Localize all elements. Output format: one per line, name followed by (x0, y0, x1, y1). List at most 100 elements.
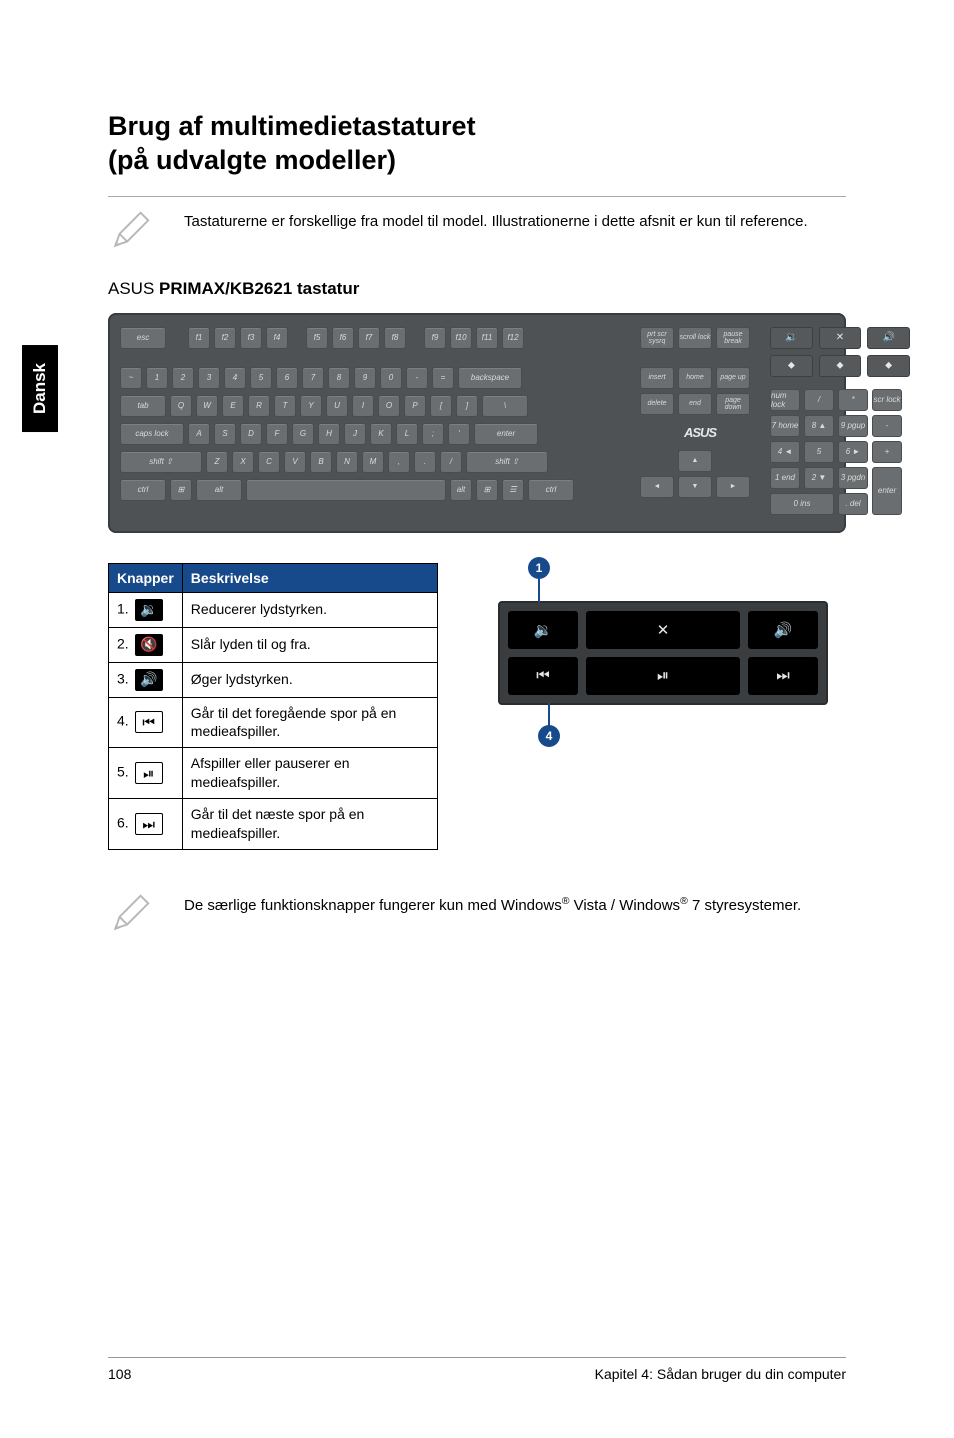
pencil-icon (108, 207, 154, 253)
np-minus: - (872, 415, 902, 437)
key-e: E (222, 395, 244, 417)
key-h: H (318, 423, 340, 445)
key-q: Q (170, 395, 192, 417)
np-8: 8 ▲ (804, 415, 834, 437)
keyboard-illustration: esc f1 f2 f3 f4 f5 f6 f7 f8 f9 f10 f11 f… (108, 313, 846, 533)
title-line1: Brug af multimedietastaturet (108, 111, 476, 141)
key-prtscr: prt scr sysrq (640, 327, 674, 349)
row-desc: Reducerer lydstyrken. (182, 592, 437, 627)
panel-prev-icon: ⏮ (508, 657, 578, 695)
table-row: 2.🔇 Slår lyden til og fra. (109, 627, 438, 662)
table-row: 1. 🔉 Reducerer lydstyrken. (109, 592, 438, 627)
key-semi: ; (422, 423, 444, 445)
key-p: P (404, 395, 426, 417)
row-desc: Går til det foregående spor på en mediea… (182, 697, 437, 748)
key-f8: f8 (384, 327, 406, 349)
callout-line (548, 703, 550, 727)
row-num: 1. (117, 600, 129, 616)
key-rctrl: ctrl (528, 479, 574, 501)
key-n: N (336, 451, 358, 473)
keyboard-nav: prt scr sysrq scroll lock pause break in… (640, 327, 760, 515)
page-number: 108 (108, 1366, 131, 1382)
table-row: 5.⏯ Afspiller eller pauserer en medieafs… (109, 748, 438, 799)
key-3: 3 (198, 367, 220, 389)
key-8: 8 (328, 367, 350, 389)
language-tab: Dansk (22, 345, 58, 432)
key-f4: f4 (266, 327, 288, 349)
key-comma: , (388, 451, 410, 473)
key-o: O (378, 395, 400, 417)
key-k: K (370, 423, 392, 445)
np-del: . del (838, 493, 868, 515)
keyboard-main: esc f1 f2 f3 f4 f5 f6 f7 f8 f9 f10 f11 f… (120, 327, 630, 515)
key-space (246, 479, 446, 501)
key-6: 6 (276, 367, 298, 389)
key-ralt: alt (450, 479, 472, 501)
table-row: 3.🔊 Øger lydstyrken. (109, 662, 438, 697)
key-w: W (196, 395, 218, 417)
asus-logo: ASUS (640, 421, 760, 444)
key-end: end (678, 393, 712, 415)
key-dot: . (414, 451, 436, 473)
key-slash: / (440, 451, 462, 473)
note-block: De særlige funktionsknapper fungerer kun… (108, 890, 846, 936)
key-z: Z (206, 451, 228, 473)
key-f12: f12 (502, 327, 524, 349)
key-apos: ' (448, 423, 470, 445)
subheading-brand: ASUS (108, 279, 154, 298)
title-line2: (på udvalgte modeller) (108, 145, 396, 175)
np-6: 6 ► (838, 441, 868, 463)
key-left: ◄ (640, 476, 674, 498)
np-div: / (804, 389, 834, 411)
np-7: 7 home (770, 415, 800, 437)
key-minus: - (406, 367, 428, 389)
key-c: C (258, 451, 280, 473)
key-lalt: alt (196, 479, 242, 501)
key-home: home (678, 367, 712, 389)
key-y: Y (300, 395, 322, 417)
subheading-model: PRIMAX/KB2621 tastatur (159, 279, 359, 298)
np-4: 4 ◄ (770, 441, 800, 463)
led-3-icon: ⬥ (867, 355, 910, 377)
row-desc: Øger lydstyrken. (182, 662, 437, 697)
keyboard-right: 🔉 ✕ 🔊 ⬥ ⬥ ⬥ num lock / * scr lock 7 home… (770, 327, 910, 515)
np-2: 2 ▼ (804, 467, 834, 489)
buttons-table: Knapper Beskrivelse 1.🔉 Reducerer lydsty… (108, 563, 438, 850)
mute-icon: 🔇 (135, 634, 163, 656)
led-2-icon: ⬥ (819, 355, 862, 377)
key-esc: esc (120, 327, 166, 349)
key-scrlk: scroll lock (678, 327, 712, 349)
row-num: 2. (117, 635, 129, 651)
divider (108, 196, 846, 197)
key-win: ⊞ (170, 479, 192, 501)
subheading: ASUS PRIMAX/KB2621 tastatur (108, 279, 846, 299)
key-t: T (274, 395, 296, 417)
prev-icon: ⏮ (135, 711, 163, 733)
np-mul: * (838, 389, 868, 411)
key-s: S (214, 423, 236, 445)
np-9: 9 pgup (838, 415, 868, 437)
key-bs: \ (482, 395, 528, 417)
key-r: R (248, 395, 270, 417)
callout-bubble: 4 (538, 725, 560, 747)
np-0: 0 ins (770, 493, 834, 515)
row-desc: Afspiller eller pauserer en medieafspill… (182, 748, 437, 799)
np-3: 3 pgdn (838, 467, 868, 489)
np-plus: + (872, 441, 902, 463)
key-rb: ] (456, 395, 478, 417)
vol-down-icon: 🔉 (135, 599, 163, 621)
np-1: 1 end (770, 467, 800, 489)
key-g: G (292, 423, 314, 445)
callout-line (538, 579, 540, 603)
panel-voldown-icon: 🔉 (508, 611, 578, 649)
key-right: ► (716, 476, 750, 498)
key-m: M (362, 451, 384, 473)
key-f3: f3 (240, 327, 262, 349)
key-b: B (310, 451, 332, 473)
key-f7: f7 (358, 327, 380, 349)
th-buttons: Knapper (109, 563, 183, 592)
key-lshift: shift ⇧ (120, 451, 202, 473)
key-0: 0 (380, 367, 402, 389)
table-row: 6.⏭ Går til det næste spor på en medieaf… (109, 799, 438, 850)
np-numlk: num lock (770, 389, 800, 411)
